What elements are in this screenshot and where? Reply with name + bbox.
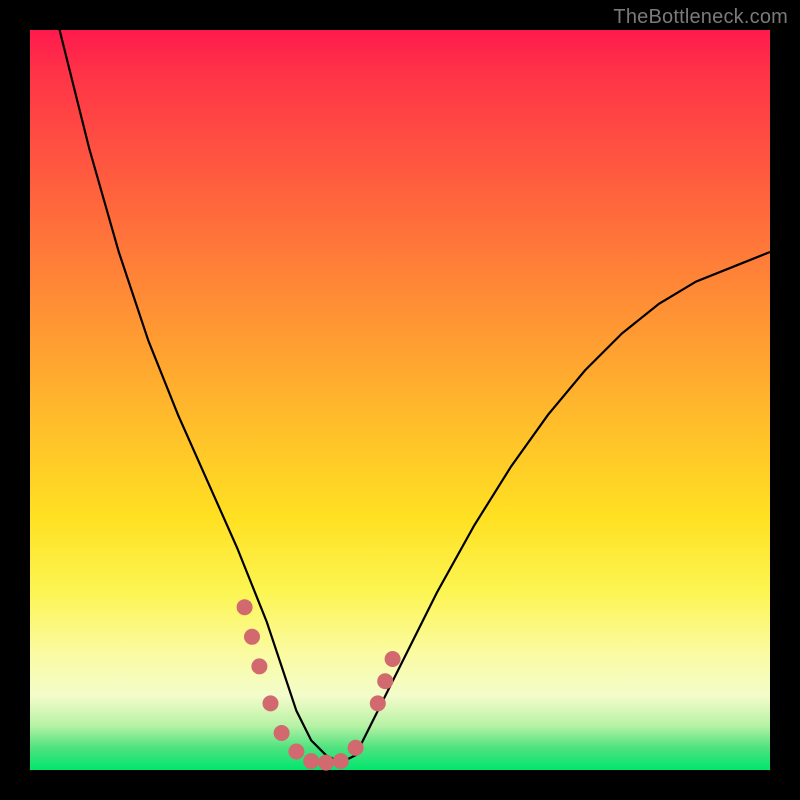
curve-marker xyxy=(333,753,349,769)
curve-marker xyxy=(237,599,253,615)
curve-marker xyxy=(370,695,386,711)
curve-marker xyxy=(303,753,319,769)
bottleneck-curve xyxy=(30,0,770,763)
chart-frame: TheBottleneck.com xyxy=(0,0,800,800)
curve-marker xyxy=(274,725,290,741)
curve-marker xyxy=(244,629,260,645)
curve-marker xyxy=(263,695,279,711)
marker-group xyxy=(237,599,401,770)
plot-area xyxy=(30,30,770,770)
curve-marker xyxy=(318,755,334,771)
curve-marker xyxy=(251,658,267,674)
curve-marker xyxy=(288,744,304,760)
bottleneck-curve-svg xyxy=(30,30,770,770)
curve-marker xyxy=(348,740,364,756)
curve-marker xyxy=(385,651,401,667)
curve-marker xyxy=(377,673,393,689)
watermark-text: TheBottleneck.com xyxy=(613,6,788,29)
